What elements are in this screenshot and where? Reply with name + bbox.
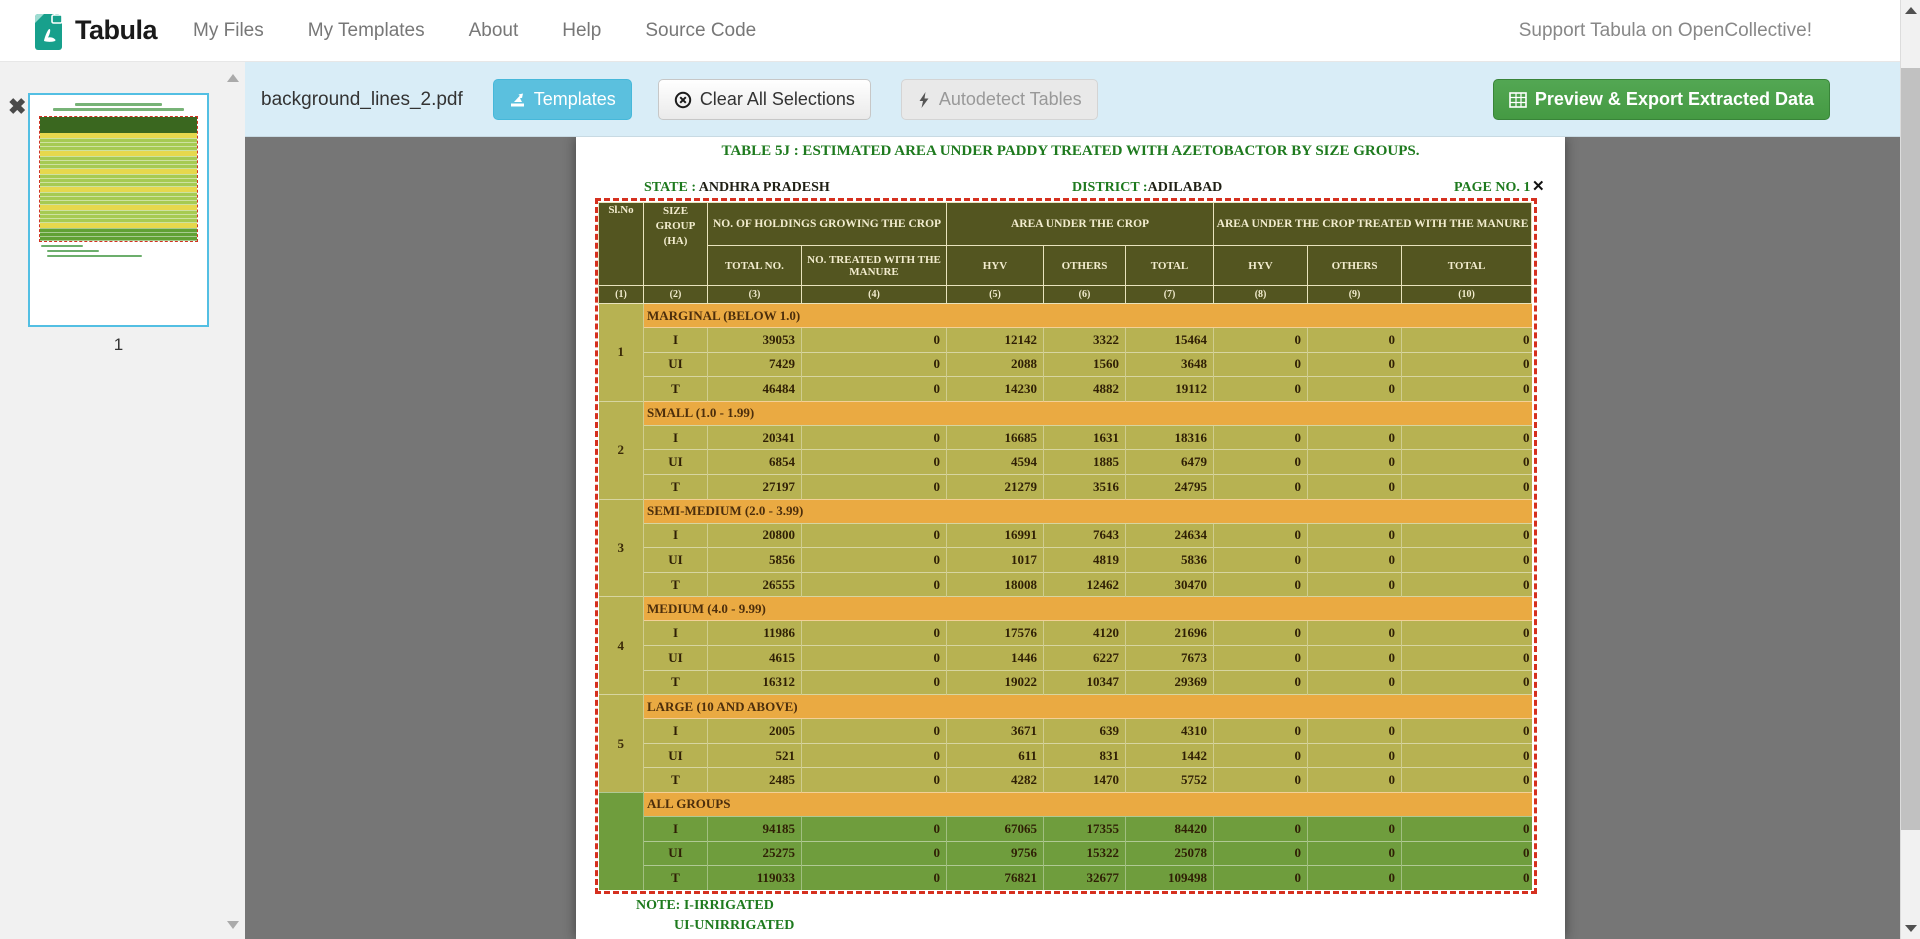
main-panel: background_lines_2.pdf Templates [245, 62, 1900, 939]
autodetect-button-label: Autodetect Tables [939, 89, 1082, 110]
thumb-note-line [41, 245, 83, 247]
thumb-note-line [47, 255, 142, 257]
export-button-label: Preview & Export Extracted Data [1535, 89, 1814, 110]
navbar: Tabula My Files My Templates About Help … [0, 0, 1900, 62]
doc-page-no: PAGE NO. 1 [1454, 180, 1530, 196]
brand-link[interactable]: Tabula [34, 11, 157, 51]
app-window: Tabula My Files My Templates About Help … [0, 0, 1920, 939]
body-row: ✖ 1 [0, 62, 1900, 939]
thumb-title-line [75, 103, 162, 106]
pdf-viewer-area: TABLE 5J : ESTIMATED AREA UNDER PADDY TR… [245, 137, 1900, 939]
nav-item-help[interactable]: Help [562, 20, 601, 42]
nav-item-my-files[interactable]: My Files [193, 20, 264, 42]
brand-name: Tabula [75, 15, 157, 46]
thumb-note-line [47, 250, 99, 252]
doc-note-1: NOTE: I-IRRIGATED [636, 898, 774, 914]
page-number-label: 1 [28, 335, 209, 355]
templates-button-label: Templates [534, 89, 616, 110]
pdf-filename: background_lines_2.pdf [261, 89, 463, 111]
support-link[interactable]: Support Tabula on OpenCollective! [1519, 20, 1812, 42]
sidebar-scroll-down-icon[interactable] [227, 921, 239, 929]
window-scrollbar[interactable] [1900, 0, 1920, 939]
doc-state: STATE : ANDHRA PRADESH [644, 180, 830, 196]
page-sidebar: ✖ 1 [0, 62, 245, 939]
nav-item-source-code[interactable]: Source Code [645, 20, 756, 42]
tabula-logo-icon [34, 11, 65, 51]
preview-export-button[interactable]: Preview & Export Extracted Data [1493, 79, 1830, 120]
nav-item-my-templates[interactable]: My Templates [308, 20, 425, 42]
nav-menu: My Files My Templates About Help Source … [193, 20, 756, 42]
doc-table-title: TABLE 5J : ESTIMATED AREA UNDER PADDY TR… [576, 143, 1565, 160]
table-grid-icon [1509, 92, 1527, 108]
thumb-table [39, 116, 198, 242]
templates-button[interactable]: Templates [493, 79, 632, 120]
clear-all-selections-button[interactable]: Clear All Selections [658, 79, 871, 120]
toolbar: background_lines_2.pdf Templates [245, 62, 1900, 137]
scrollbar-down-icon[interactable] [1905, 925, 1917, 932]
tabula-selection-box[interactable] [595, 198, 1537, 894]
selection-close-icon[interactable]: ✕ [1532, 177, 1545, 195]
lightning-bolt-icon [917, 91, 931, 109]
autodetect-tables-button[interactable]: Autodetect Tables [901, 79, 1098, 120]
page-thumbnail[interactable] [28, 93, 209, 327]
nav-item-about[interactable]: About [469, 20, 519, 42]
clear-circle-x-icon [674, 91, 692, 109]
remove-page-icon[interactable]: ✖ [8, 96, 26, 118]
doc-district: DISTRICT :ADILABAD [1072, 180, 1222, 196]
thumb-title-line [53, 108, 183, 111]
scrollbar-thumb[interactable] [1901, 68, 1920, 830]
scrollbar-up-icon[interactable] [1905, 7, 1917, 14]
template-upload-icon [509, 91, 526, 108]
sidebar-scroll-up-icon[interactable] [227, 74, 239, 82]
clear-button-label: Clear All Selections [700, 89, 855, 110]
pdf-page: TABLE 5J : ESTIMATED AREA UNDER PADDY TR… [576, 137, 1565, 939]
main-column: Tabula My Files My Templates About Help … [0, 0, 1900, 939]
doc-note-2: UI-UNIRRIGATED [674, 918, 794, 934]
